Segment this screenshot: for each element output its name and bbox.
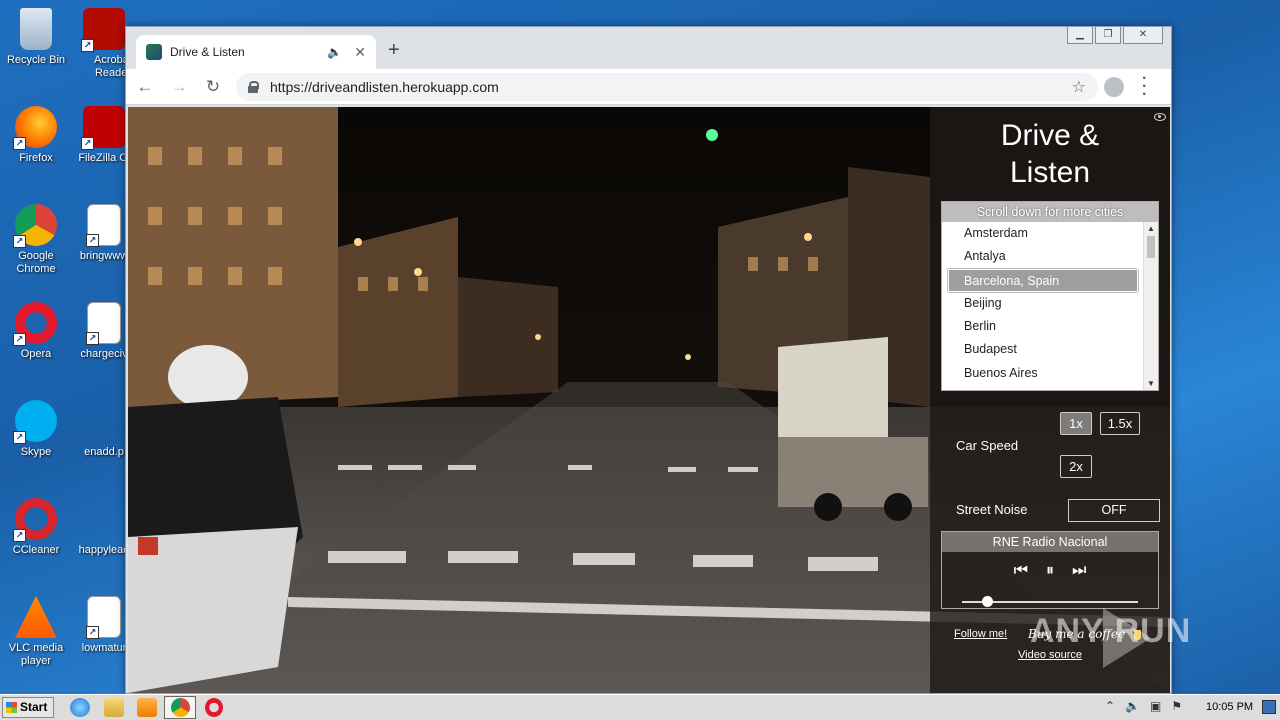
follow-me-link[interactable]: Follow me! [954,628,1007,640]
taskbar-chrome-active[interactable] [164,696,196,719]
back-arrow-icon[interactable]: ← [130,77,160,97]
street-noise-label: Street Noise [956,502,1028,517]
chrome-icon [171,698,190,717]
previous-station-icon[interactable]: ⏮ [1014,562,1028,580]
word-doc-icon: ↗ [86,302,121,345]
forward-arrow-icon[interactable]: → [164,77,194,97]
taskbar: Start ⌃ 🔈 ▣ ⚑ 10:05 PM [0,694,1280,720]
speed-1x-button[interactable]: 1x [1060,412,1092,435]
opera-icon: ↗ [13,302,57,346]
minimize-icon[interactable]: ▁ [1067,27,1093,44]
radio-station-name: RNE Radio Nacional [942,532,1158,552]
city-option-selected[interactable]: Barcelona, Spain [948,268,1138,292]
desktop-icon-label: Recycle Bin [6,54,66,66]
scroll-up-icon[interactable]: ▲ [1147,224,1155,233]
control-panel: Drive & Listen Scroll down for more citi… [930,107,1170,693]
desktop-icon-label: VLC media player [8,642,64,667]
volume-slider-knob[interactable] [981,596,993,607]
file-explorer-icon[interactable] [104,698,124,717]
city-option[interactable]: Berlin [942,315,1144,338]
car-speed-label: Car Speed [956,438,1019,453]
system-tray: ⌃ 🔈 ▣ ⚑ [1105,699,1182,713]
tab-strip: Drive & Listen 🔈 ✕ + ▁ ❐ ✕ [126,27,1171,69]
city-option[interactable]: Budapest [942,338,1144,361]
firefox-icon: ↗ [13,106,57,150]
city-list[interactable]: Amsterdam Antalya Barcelona, Spain Beiji… [942,222,1144,390]
taskbar-clock[interactable]: 10:05 PM [1206,701,1253,713]
recycle-bin-icon [20,8,52,50]
acrobat-icon: ↗ [81,8,125,52]
show-desktop-icon[interactable] [1262,700,1276,714]
city-option[interactable]: Beijing [942,292,1144,315]
speed-1.5x-button[interactable]: 1.5x [1100,412,1140,435]
speaker-icon[interactable]: 🔈 [327,45,342,59]
reload-icon[interactable]: ↻ [198,77,228,97]
address-bar[interactable]: https://driveandlisten.herokuapp.com ☆ [236,73,1098,101]
url-text[interactable]: https://driveandlisten.herokuapp.com [270,79,1072,95]
anyrun-watermark: ANY RUN [1030,612,1192,650]
city-option[interactable]: Amsterdam [942,222,1144,245]
browser-toolbar: ← → ↻ https://driveandlisten.herokuapp.c… [126,69,1171,105]
desktop-icon-label: Firefox [19,152,53,164]
lock-icon [248,81,259,93]
speed-2x-button[interactable]: 2x [1060,455,1092,478]
start-button[interactable]: Start [2,697,54,718]
page-viewport: Drive & Listen Scroll down for more citi… [128,107,1170,693]
restore-icon[interactable]: ❐ [1095,27,1121,44]
city-option[interactable]: Antalya [942,245,1144,268]
next-station-icon[interactable]: ⏭ [1072,562,1086,580]
city-selector-header: Scroll down for more cities [942,202,1158,222]
network-tray-icon[interactable]: ▣ [1150,699,1161,713]
city-option[interactable]: Buenos Aires [942,362,1144,385]
skype-icon: ↗ [13,400,57,444]
volume-slider[interactable] [962,596,1138,607]
tab-title: Drive & Listen [170,45,245,59]
filezilla-icon: ↗ [81,106,125,150]
volume-tray-icon[interactable]: 🔈 [1125,699,1140,713]
blank-file-icon [83,400,125,442]
city-selector[interactable]: Scroll down for more cities Amsterdam An… [941,201,1159,391]
window-controls: ▁ ❐ ✕ [1067,27,1163,44]
desktop-icon-opera[interactable]: ↗ Opera [0,302,72,361]
blank-file-icon [83,498,125,540]
profile-avatar-icon[interactable] [1104,77,1124,97]
bookmark-star-icon[interactable]: ☆ [1072,77,1086,97]
close-tab-icon[interactable]: ✕ [354,44,366,61]
app-title: Drive & Listen [1000,119,1100,189]
word-doc-icon: ↗ [86,596,121,639]
street-noise-toggle[interactable]: OFF [1068,499,1160,522]
menu-dots-icon[interactable]: · · · [1142,71,1147,103]
desktop-icon-firefox[interactable]: ↗ Firefox [0,106,72,165]
desktop-icon-label: CCleaner [12,544,60,556]
radio-controls: ⏮ ⏸ ⏭ [942,562,1158,580]
radio-player: RNE Radio Nacional ⏮ ⏸ ⏭ [941,531,1159,609]
vlc-cone-icon [15,596,57,638]
media-player-icon[interactable] [137,698,157,717]
desktop-icon-vlc[interactable]: VLC media player [0,596,72,668]
action-center-flag-icon[interactable]: ⚑ [1171,699,1182,713]
new-tab-button[interactable]: + [388,39,400,62]
opera-icon[interactable] [205,698,223,717]
desktop-icon-recycle-bin[interactable]: Recycle Bin [0,8,72,67]
desktop-icon-chrome[interactable]: ↗ Google Chrome [0,204,72,276]
desktop-icon-skype[interactable]: ↗ Skype [0,400,72,459]
desktop-icon-label: Skype [20,446,52,458]
chrome-icon: ↗ [13,204,57,248]
tab-drive-and-listen[interactable]: Drive & Listen 🔈 ✕ [136,35,376,69]
close-window-icon[interactable]: ✕ [1123,27,1163,44]
word-doc-icon: ↗ [86,204,121,247]
city-list-scrollbar[interactable]: ▲ ▼ [1143,222,1158,390]
desktop-icon-label: Opera [20,348,52,360]
pause-icon[interactable]: ⏸ [1046,562,1054,580]
chrome-window: Drive & Listen 🔈 ✕ + ▁ ❐ ✕ ← → ↻ https:/… [125,26,1172,694]
ccleaner-icon: ↗ [13,498,57,542]
internet-explorer-icon[interactable] [70,698,90,717]
site-favicon-icon [146,44,162,60]
scrollbar-thumb[interactable] [1147,236,1155,258]
scroll-down-icon[interactable]: ▼ [1147,379,1155,388]
tray-expand-icon[interactable]: ⌃ [1105,699,1115,713]
desktop-icon-ccleaner[interactable]: ↗ CCleaner [0,498,72,557]
desktop-icon-label: Google Chrome [16,250,56,275]
